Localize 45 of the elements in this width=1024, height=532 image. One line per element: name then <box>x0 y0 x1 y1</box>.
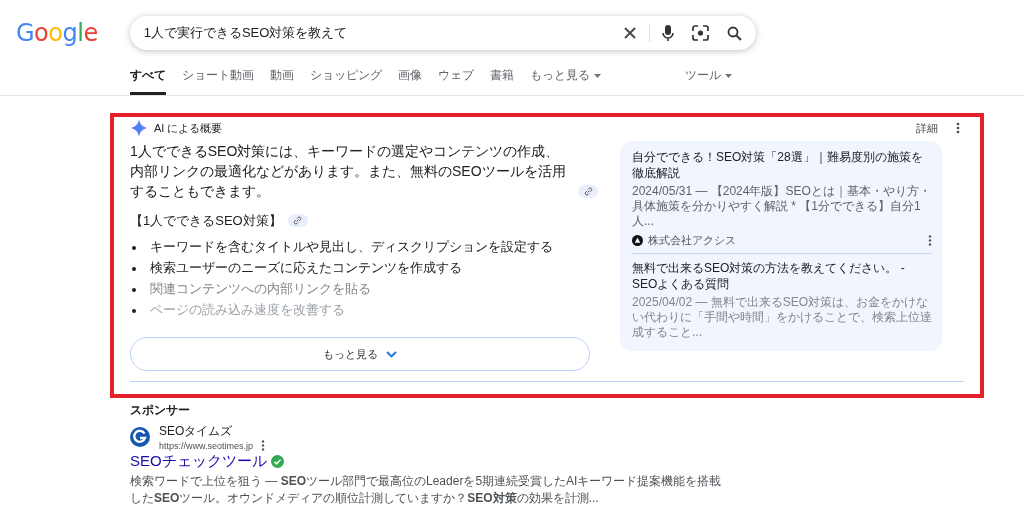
advertiser-name: SEOタイムズ <box>159 423 234 440</box>
chevron-down-icon <box>386 350 397 358</box>
details-link[interactable]: 詳細 <box>916 120 938 136</box>
show-more-button[interactable]: もっと見る <box>130 337 590 371</box>
link-icon[interactable] <box>287 213 308 227</box>
more-options-icon[interactable] <box>928 235 932 246</box>
bullet-text: 検索ユーザーのニーズに応えたコンテンツを作成する <box>150 260 462 277</box>
site-logo-icon <box>632 235 643 246</box>
source-snippet: 2024/05/31 — 【2024年版】SEOとは｜基本・やり方・具体施策を分かりやすく解説 * 【1分でできる】自分1人... <box>632 184 932 229</box>
advertiser-url: https://www.seotimes.jp <box>159 440 254 451</box>
bullet-text: キーワードを含むタイトルや見出し、ディスクリプションを設定する <box>150 239 553 256</box>
source-snippet: 2025/04/02 — 無料で出来るSEO対策は、お金をかけない代わりに「手間や時間」をかけることで、検索上位達成すること... <box>632 295 932 340</box>
search-tab[interactable]: ウェブ <box>438 63 474 95</box>
more-options-icon[interactable] <box>956 122 960 134</box>
search-icon[interactable] <box>726 25 742 41</box>
summary-text: 1人でできるSEO対策には、キーワードの選定やコンテンツの作成、内部リンクの最適化などがあります。また、無料のSEOツールを活用することもできます。 <box>130 142 567 201</box>
search-tab[interactable]: もっと見る <box>530 63 601 95</box>
advertiser-logo-icon[interactable] <box>130 427 150 447</box>
bullet-text: 関連コンテンツへの内部リンクを貼る <box>150 281 371 298</box>
ad-description: 検索ワードで上位を狙う — SEOツール部門で最高位のLeaderを5期連続受賞したAIキーワード提案機能を搭載したSEOツール。オウンドメディアの順位計測していますか？SEO対策の効果を計測... <box>130 473 723 507</box>
search-tab[interactable]: 画像 <box>398 63 422 95</box>
site-name: 株式会社アクシス <box>648 233 736 248</box>
source-title[interactable]: 無料で出来るSEO対策の方法を教えてください。 - SEOよくある質問 <box>632 260 932 292</box>
google-logo[interactable]: Google <box>16 19 98 47</box>
search-tab[interactable]: ショート動画 <box>182 63 254 95</box>
sparkle-icon <box>130 119 148 137</box>
search-tab[interactable]: 書籍 <box>490 63 514 95</box>
section-heading: 【1人でできるSEO対策】 <box>130 213 282 228</box>
caret-icon <box>594 73 601 78</box>
caret-icon <box>725 73 732 78</box>
search-tab[interactable]: 動画 <box>270 63 294 95</box>
camera-icon[interactable] <box>691 25 709 41</box>
microphone-icon[interactable] <box>661 24 674 42</box>
link-icon[interactable] <box>578 185 598 198</box>
overview-title: AI による概要 <box>154 120 223 136</box>
search-tab[interactable]: すべて <box>130 63 166 95</box>
close-icon[interactable] <box>622 26 637 40</box>
bullet-text: ページの読み込み速度を改善する <box>150 302 345 319</box>
ad-title-link[interactable]: SEOチェックツール <box>130 452 267 471</box>
sponsored-label: スポンサー <box>130 402 191 419</box>
source-title[interactable]: 自分でできる！SEO対策「28選」｜難易度別の施策を徹底解説 <box>632 149 932 181</box>
search-tab[interactable]: ショッピング <box>310 63 382 95</box>
search-field[interactable]: 1人で実行できるSEO対策を教えて <box>129 16 756 50</box>
tools-menu[interactable]: ツール <box>685 63 732 95</box>
more-options-icon[interactable] <box>261 440 266 451</box>
